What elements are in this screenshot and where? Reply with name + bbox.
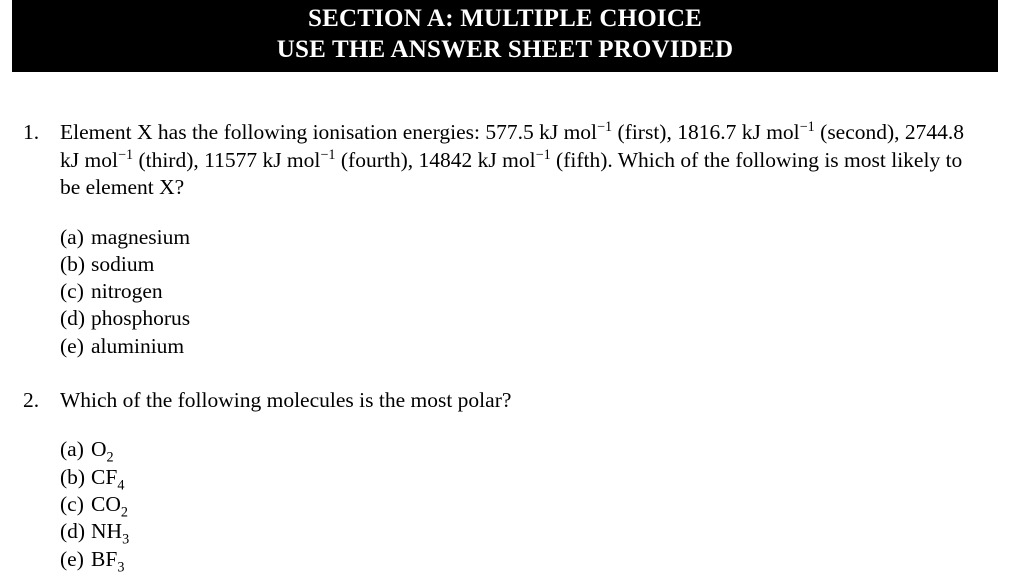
- option-1-e-letter: (e): [60, 333, 84, 358]
- option-1-a-letter: (a): [60, 224, 84, 249]
- question-2-text: Which of the following molecules is the …: [60, 387, 512, 412]
- question-1-number: 1.: [23, 120, 40, 144]
- option-2-d-letter: (d): [60, 519, 86, 544]
- option-2-d-formula: NH3: [91, 518, 129, 546]
- option-2-c-letter: (c): [60, 492, 84, 517]
- option-1-c-letter: (c): [60, 279, 84, 304]
- option-2-a-letter: (a): [60, 437, 84, 462]
- option-2-b-letter: (b): [60, 464, 86, 489]
- section-title-line-2: USE THE ANSWER SHEET PROVIDED: [276, 36, 734, 63]
- spacer-question-2-options: [0, 414, 1022, 436]
- option-2-e-formula: BF3: [91, 546, 125, 575]
- superscript: −1: [320, 146, 336, 163]
- option-1-d-label: phosphorus: [91, 306, 191, 331]
- section-header-banner: SECTION A: MULTIPLE CHOICE USE THE ANSWE…: [12, 0, 998, 72]
- option-2-c-formula-base: CO: [91, 492, 121, 517]
- option-2-e-formula-subscript: 3: [117, 558, 125, 575]
- option-2-e[interactable]: (e) BF3: [60, 546, 1022, 575]
- question-2-options: (a) O2 (b) CF4 (c) CO2 (d) NH3 (e) BF3: [60, 436, 1022, 575]
- option-1-d[interactable]: (d) phosphorus: [60, 305, 1022, 332]
- spacer-question-1-options: [0, 202, 1022, 224]
- question-1: 1. Element X has the following ionisatio…: [0, 119, 1022, 360]
- question-1-options: (a) magnesium (b) sodium (c) nitrogen (d…: [60, 224, 1022, 360]
- question-1-row: 1. Element X has the following ionisatio…: [0, 119, 1022, 202]
- option-1-d-letter: (d): [60, 306, 86, 331]
- option-1-b-label: sodium: [91, 251, 155, 276]
- superscript: −1: [117, 146, 134, 163]
- option-2-e-formula-base: BF: [91, 546, 118, 571]
- option-2-a-formula: O2: [91, 436, 114, 464]
- option-2-d-formula-base: NH: [91, 519, 123, 544]
- section-title-line-1: SECTION A: MULTIPLE CHOICE: [308, 5, 702, 32]
- option-2-d[interactable]: (d) NH3: [60, 518, 1022, 546]
- option-1-b[interactable]: (b) sodium: [60, 251, 1022, 278]
- option-1-a[interactable]: (a) magnesium: [60, 224, 1022, 251]
- question-1-text: Element X has the following ionisation e…: [60, 118, 965, 199]
- option-2-b-formula: CF4: [91, 464, 124, 492]
- option-1-e[interactable]: (e) aluminium: [60, 333, 1022, 360]
- option-2-b-formula-base: CF: [91, 464, 118, 489]
- option-2-a-formula-base: O: [91, 437, 107, 462]
- superscript: −1: [799, 118, 815, 135]
- exam-page: SECTION A: MULTIPLE CHOICE USE THE ANSWE…: [0, 0, 1022, 586]
- option-1-a-label: magnesium: [91, 224, 191, 249]
- question-2-row: 2. Which of the following molecules is t…: [0, 387, 1022, 415]
- question-2: 2. Which of the following molecules is t…: [0, 387, 1022, 575]
- superscript: −1: [535, 146, 551, 163]
- option-2-a[interactable]: (a) O2: [60, 436, 1022, 464]
- questions-container: 1. Element X has the following ionisatio…: [0, 72, 1022, 575]
- option-1-c[interactable]: (c) nitrogen: [60, 278, 1022, 305]
- option-2-e-letter: (e): [60, 546, 84, 571]
- option-2-c[interactable]: (c) CO2: [60, 491, 1022, 519]
- spacer-top: [0, 72, 1022, 119]
- spacer-between-questions: [0, 360, 1022, 387]
- superscript: −1: [597, 118, 613, 135]
- question-2-number: 2.: [23, 387, 40, 412]
- option-2-c-formula: CO2: [91, 491, 128, 519]
- option-1-c-label: nitrogen: [91, 279, 163, 304]
- option-1-e-label: aluminium: [91, 333, 185, 358]
- option-1-b-letter: (b): [60, 251, 86, 276]
- option-2-b[interactable]: (b) CF4: [60, 464, 1022, 492]
